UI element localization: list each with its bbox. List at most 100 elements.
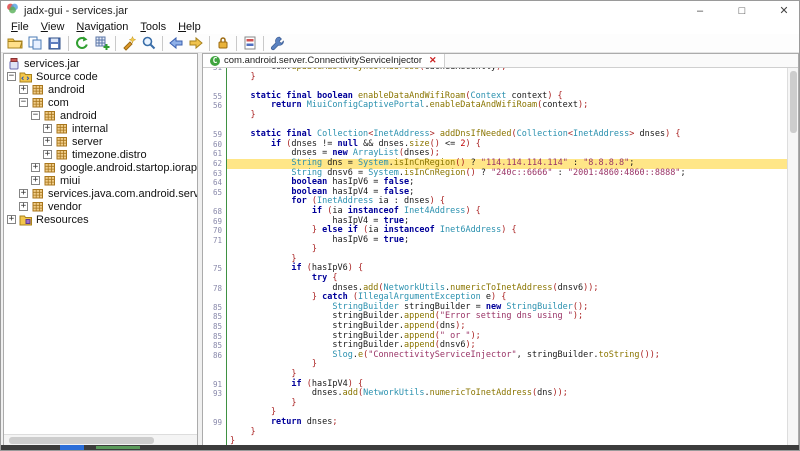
tree-expander-icon[interactable]: + bbox=[19, 85, 28, 94]
tree-item-com[interactable]: −com bbox=[4, 96, 197, 109]
line-number: 55 bbox=[203, 92, 227, 102]
line-number bbox=[203, 360, 227, 370]
tree-item-label: server bbox=[72, 136, 103, 148]
tree-item-internal[interactable]: + internal bbox=[4, 122, 197, 135]
code-text[interactable]: } bbox=[227, 399, 787, 409]
tree-expander-icon[interactable]: + bbox=[43, 137, 52, 146]
preferences-icon bbox=[269, 35, 285, 51]
maximize-button[interactable]: □ bbox=[735, 5, 749, 17]
line-number bbox=[203, 255, 227, 265]
tree-expander-icon[interactable]: + bbox=[19, 189, 28, 198]
package-icon bbox=[55, 135, 68, 148]
save-all-button[interactable] bbox=[45, 34, 65, 52]
code-text[interactable]: } bbox=[227, 111, 787, 121]
editor-vertical-scrollbar[interactable] bbox=[787, 68, 798, 445]
menu-tools[interactable]: Tools bbox=[134, 21, 172, 33]
tree-item-timezone-distro[interactable]: +timezone.distro bbox=[4, 148, 197, 161]
editor-scrollbar-thumb[interactable] bbox=[790, 71, 797, 133]
code-line: } bbox=[203, 437, 787, 445]
log-viewer-button[interactable] bbox=[240, 34, 260, 52]
tree-scrollbar-thumb[interactable] bbox=[9, 437, 154, 444]
tree-item-resources[interactable]: +Resources bbox=[4, 213, 197, 226]
code-text[interactable]: } bbox=[227, 437, 787, 445]
line-number bbox=[203, 428, 227, 438]
tab-label: com.android.server.ConnectivityServiceIn… bbox=[224, 55, 422, 66]
line-number: 62 bbox=[203, 159, 227, 169]
jar-icon bbox=[7, 57, 20, 70]
code-text[interactable]: return MiuiConfigCaptivePortal.enableDat… bbox=[227, 101, 787, 111]
line-number: 85 bbox=[203, 303, 227, 313]
editor-panel: 51 com.updateMasterSyncOrAddress(cachedR… bbox=[202, 53, 799, 446]
package-icon bbox=[55, 122, 68, 135]
line-number: 86 bbox=[203, 351, 227, 361]
tree-item-services-jar[interactable]: services.jar bbox=[4, 57, 197, 70]
search-button[interactable] bbox=[139, 34, 159, 52]
line-number: 69 bbox=[203, 217, 227, 227]
back-button[interactable] bbox=[166, 34, 186, 52]
add-files-button[interactable] bbox=[25, 34, 45, 52]
line-number: 64 bbox=[203, 178, 227, 188]
menu-view[interactable]: View bbox=[35, 21, 71, 33]
add-files-icon bbox=[27, 35, 43, 51]
line-number bbox=[203, 293, 227, 303]
toolbar-separator bbox=[162, 36, 163, 51]
lock-icon bbox=[215, 35, 231, 51]
tree-item-source-code[interactable]: − Source code bbox=[4, 70, 197, 83]
tab-bar: C com.android.server.ConnectivityService… bbox=[203, 54, 798, 68]
menu-file[interactable]: File bbox=[5, 21, 35, 33]
line-number bbox=[203, 408, 227, 418]
code-text[interactable]: } bbox=[227, 360, 787, 370]
code-view[interactable]: 51 com.updateMasterSyncOrAddress(cachedR… bbox=[203, 68, 787, 445]
tree-item-vendor[interactable]: + vendor bbox=[4, 200, 197, 213]
taskbar-item bbox=[96, 446, 140, 449]
code-text[interactable]: dnses.add(NetworkUtils.numericToInetAddr… bbox=[227, 389, 787, 399]
line-number: 70 bbox=[203, 226, 227, 236]
minimize-button[interactable]: – bbox=[693, 5, 707, 17]
code-text[interactable]: } bbox=[227, 245, 787, 255]
tree-item-label: internal bbox=[72, 123, 108, 135]
line-number: 59 bbox=[203, 130, 227, 140]
deobfuscation-button[interactable] bbox=[119, 34, 139, 52]
export-button[interactable] bbox=[92, 34, 112, 52]
toolbar-separator bbox=[263, 36, 264, 51]
tree-expander-icon[interactable]: + bbox=[43, 150, 52, 159]
tree-item-miui[interactable]: +miui bbox=[4, 174, 197, 187]
code-text[interactable]: } bbox=[227, 73, 787, 83]
tree-item-label: vendor bbox=[48, 201, 82, 213]
taskbar-item bbox=[60, 445, 84, 450]
tree-expander-icon[interactable]: + bbox=[31, 163, 40, 172]
preferences-button[interactable] bbox=[267, 34, 287, 52]
line-number: 78 bbox=[203, 284, 227, 294]
tree-item-android[interactable]: +android bbox=[4, 83, 197, 96]
tab-close-icon[interactable]: ✕ bbox=[429, 55, 437, 66]
code-text[interactable]: } bbox=[227, 428, 787, 438]
line-number: 85 bbox=[203, 322, 227, 332]
tree-expander-icon[interactable]: − bbox=[7, 72, 16, 81]
tree-expander-icon[interactable]: + bbox=[31, 176, 40, 185]
lock-button[interactable] bbox=[213, 34, 233, 52]
reload-button[interactable] bbox=[72, 34, 92, 52]
tree-horizontal-scrollbar[interactable] bbox=[4, 434, 197, 445]
close-button[interactable]: ✕ bbox=[777, 4, 791, 17]
menu-help[interactable]: Help bbox=[172, 21, 207, 33]
tree-item-label: Source code bbox=[36, 71, 98, 83]
code-line: 99 return dnses; bbox=[203, 418, 787, 428]
tree-expander-icon[interactable]: + bbox=[19, 202, 28, 211]
open-file-button[interactable] bbox=[5, 34, 25, 52]
tree-expander-icon[interactable]: − bbox=[31, 111, 40, 120]
tab-connectivity-service-injector[interactable]: C com.android.server.ConnectivityService… bbox=[203, 54, 445, 67]
forward-button[interactable] bbox=[186, 34, 206, 52]
tree-expander-icon[interactable]: + bbox=[43, 124, 52, 133]
menu-navigation[interactable]: Navigation bbox=[70, 21, 134, 33]
code-text[interactable]: return dnses; bbox=[227, 418, 787, 428]
project-tree: services.jar − Source code+android−com−and… bbox=[4, 57, 197, 226]
class-icon: C bbox=[210, 56, 220, 66]
tree-item-google-android-startop-iorap[interactable]: +google.android.startop.iorap bbox=[4, 161, 197, 174]
tree-item-android[interactable]: −android bbox=[4, 109, 197, 122]
tree-expander-icon[interactable]: − bbox=[19, 98, 28, 107]
tree-expander-icon[interactable]: + bbox=[7, 215, 16, 224]
jadx-window: jadx-gui - services.jar – □ ✕ FileViewNa… bbox=[0, 0, 800, 451]
tree-item-server[interactable]: + server bbox=[4, 135, 197, 148]
tree-item-services-java-com-android-server[interactable]: +services.java.com.android.server. bbox=[4, 187, 197, 200]
line-number bbox=[203, 73, 227, 83]
